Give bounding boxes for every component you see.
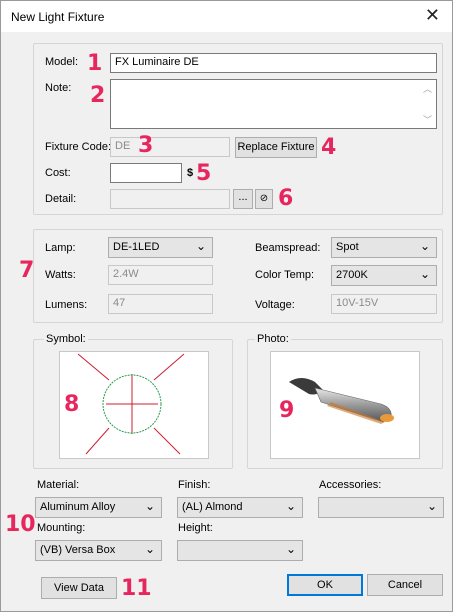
detail-field [110,189,230,209]
voltage-label: Voltage: [255,299,295,311]
lamp-select[interactable]: DE-1LED ⌄ [108,237,213,258]
callout-6: 6 [278,186,294,211]
dialog-window: New Light Fixture ✕ Model: FX Luminaire … [0,0,453,612]
replace-fixture-button[interactable]: Replace Fixture [235,137,317,158]
title-bar: New Light Fixture ✕ [1,1,452,32]
model-label: Model: [45,56,79,68]
callout-2: 2 [90,83,106,108]
callout-9: 9 [279,398,295,423]
height-label: Height: [178,522,213,534]
beamspread-select[interactable]: Spot ⌄ [331,237,437,258]
lamp-select-value: DE-1LED [113,241,160,253]
mounting-select[interactable]: (VB) Versa Box ⌄ [35,540,162,561]
view-data-button[interactable]: View Data [41,577,117,599]
clear-detail-icon[interactable]: ⊘ [255,189,273,209]
photo-label: Photo: [255,333,291,345]
chevron-down-icon: ⌄ [419,239,430,253]
fixture-symbol-icon [77,353,185,455]
note-scrollbar[interactable]: ︿ ﹀ [420,80,436,128]
finish-select-value: (AL) Almond [182,501,243,513]
finish-label: Finish: [178,479,211,491]
voltage-field: 10V-15V [331,294,437,314]
beamspread-label: Beamspread: [255,242,321,254]
model-field[interactable]: FX Luminaire DE [110,53,437,73]
symbol-label: Symbol: [44,333,88,345]
finish-select[interactable]: (AL) Almond ⌄ [177,497,303,518]
mounting-label: Mounting: [37,522,86,534]
accessories-select[interactable]: ⌄ [318,497,444,518]
height-select[interactable]: ⌄ [177,540,303,561]
detail-label: Detail: [45,193,77,205]
dialog-title: New Light Fixture [11,10,105,24]
callout-5: 5 [196,161,212,186]
callout-7: 7 [19,258,35,283]
chevron-down-icon: ⌄ [195,239,206,253]
cost-field[interactable] [110,163,182,183]
browse-detail-button[interactable]: ... [233,189,253,209]
scroll-up-icon[interactable]: ︿ [423,82,432,95]
color-temp-label: Color Temp: [255,269,315,281]
material-select[interactable]: Aluminum Alloy ⌄ [35,497,162,518]
chevron-down-icon: ⌄ [285,542,296,556]
material-label: Material: [37,479,80,491]
callout-8: 8 [64,392,80,417]
watts-label: Watts: [45,269,76,281]
lumens-field: 47 [108,294,213,314]
note-field[interactable] [110,79,437,129]
currency-symbol: $ [187,167,194,179]
callout-1: 1 [87,51,103,76]
fixture-code-label: Fixture Code: [45,141,112,153]
accessories-label: Accessories: [319,479,382,491]
cancel-button[interactable]: Cancel [367,574,443,596]
chevron-down-icon: ⌄ [144,542,155,556]
note-label: Note: [45,82,72,94]
callout-3: 3 [138,133,154,158]
scroll-down-icon[interactable]: ﹀ [423,113,432,126]
callout-10: 10 [5,512,36,537]
callout-11: 11 [121,576,152,601]
watts-field: 2.4W [108,265,213,285]
symbol-preview [59,351,209,459]
close-icon[interactable]: ✕ [425,5,440,25]
ok-button[interactable]: OK [287,574,363,596]
chevron-down-icon: ⌄ [426,499,437,513]
chevron-down-icon: ⌄ [285,499,296,513]
fixture-code-field: DE [110,137,230,157]
color-temp-select-value: 2700K [336,269,368,281]
chevron-down-icon: ⌄ [144,499,155,513]
lamp-label: Lamp: [45,242,76,254]
material-select-value: Aluminum Alloy [40,501,116,513]
beamspread-select-value: Spot [336,241,359,253]
mounting-select-value: (VB) Versa Box [40,544,116,556]
cost-label: Cost: [45,167,71,179]
chevron-down-icon: ⌄ [419,267,430,281]
lumens-label: Lumens: [45,299,88,311]
color-temp-select[interactable]: 2700K ⌄ [331,265,437,286]
callout-4: 4 [321,135,337,160]
